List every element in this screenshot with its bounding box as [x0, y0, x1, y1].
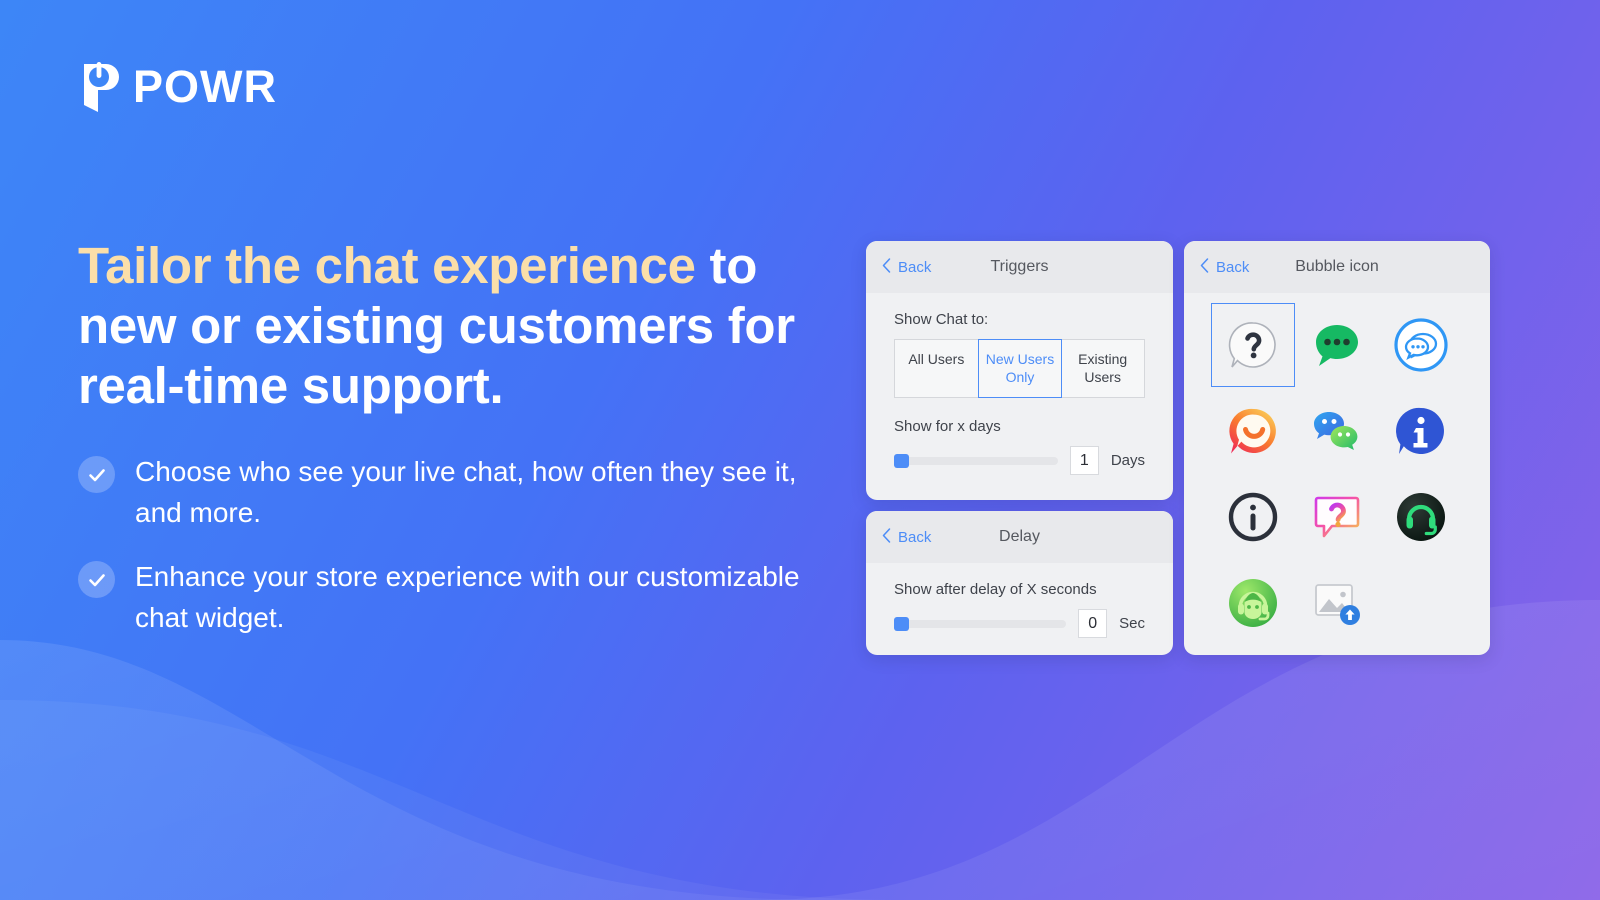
- segment-new-users-only[interactable]: New Users Only: [977, 339, 1063, 398]
- list-item: Choose who see your live chat, how often…: [78, 452, 838, 533]
- pink-question-bubble-icon: [1308, 488, 1366, 546]
- triggers-panel-header: Back Triggers: [866, 241, 1173, 293]
- bubble-icon-grid: [1184, 293, 1490, 655]
- days-slider-row: 1 Days: [894, 446, 1145, 475]
- image-upload-placeholder-icon: [1308, 574, 1366, 632]
- triggers-panel-body: Show Chat to: All Users New Users Only E…: [866, 293, 1173, 497]
- bubble-option-dark-info-circle[interactable]: [1211, 475, 1295, 559]
- list-item-label: Enhance your store experience with our c…: [135, 561, 800, 633]
- back-button-label: Back: [1216, 258, 1250, 276]
- audience-segmented-control[interactable]: All Users New Users Only Existing Users: [894, 339, 1145, 398]
- days-slider-handle[interactable]: [894, 453, 909, 468]
- chevron-left-icon: [882, 257, 891, 277]
- question-bubble-outline-icon: [1224, 316, 1282, 374]
- feature-bullet-list: Choose who see your live chat, how often…: [78, 452, 838, 662]
- back-button[interactable]: Back: [882, 527, 932, 547]
- back-button[interactable]: Back: [1200, 257, 1250, 277]
- chevron-left-icon: [1200, 257, 1209, 277]
- dark-info-circle-icon: [1224, 488, 1282, 546]
- wechat-double-bubble-icon: [1308, 402, 1366, 460]
- triggers-panel: Back Triggers Show Chat to: All Users Ne…: [866, 241, 1173, 500]
- orange-smiley-bubble-icon: [1224, 402, 1282, 460]
- page-title: Tailor the chat experience to new or exi…: [78, 236, 838, 417]
- days-unit-label: Days: [1110, 452, 1145, 469]
- list-item-label: Choose who see your live chat, how often…: [135, 456, 797, 528]
- bubble-option-question-bubble-outline[interactable]: [1211, 303, 1295, 387]
- list-item: Enhance your store experience with our c…: [78, 557, 838, 638]
- segment-existing-users[interactable]: Existing Users: [1061, 340, 1144, 397]
- show-for-x-days-label: Show for x days: [894, 418, 1001, 435]
- delay-unit-label: Sec: [1119, 615, 1145, 632]
- delay-input[interactable]: 0: [1078, 609, 1108, 638]
- powr-logo-icon: [78, 58, 120, 114]
- back-button-label: Back: [898, 258, 932, 276]
- bubble-option-orange-smiley-bubble[interactable]: [1211, 389, 1295, 473]
- delay-slider-row: 0 Sec: [894, 609, 1145, 638]
- delay-label: Show after delay of X seconds: [894, 581, 1097, 598]
- brand-logo: POWR: [78, 58, 277, 114]
- blue-info-bubble-icon: [1392, 402, 1450, 460]
- chevron-left-icon: [882, 527, 891, 547]
- bubble-option-dark-headset-circle[interactable]: [1379, 475, 1463, 559]
- bubble-icon-panel: Back Bubble icon: [1184, 241, 1490, 655]
- bubble-option-green-chat-bubble[interactable]: [1295, 303, 1379, 387]
- bubble-option-pink-question-bubble[interactable]: [1295, 475, 1379, 559]
- days-input[interactable]: 1: [1069, 446, 1099, 475]
- back-button[interactable]: Back: [882, 257, 932, 277]
- bubble-option-blue-ring-double-bubble[interactable]: [1379, 303, 1463, 387]
- segment-all-users[interactable]: All Users: [895, 340, 979, 397]
- green-chat-bubble-icon: [1308, 316, 1366, 374]
- headline-accent: Tailor the chat experience: [78, 237, 696, 294]
- days-slider[interactable]: [894, 453, 1058, 468]
- bubble-option-wechat-double-bubble[interactable]: [1295, 389, 1379, 473]
- check-circle-icon: [78, 456, 115, 493]
- check-circle-icon: [78, 561, 115, 599]
- delay-panel: Back Delay Show after delay of X seconds…: [866, 511, 1173, 655]
- show-chat-to-label: Show Chat to:: [894, 311, 989, 328]
- bubble-option-image-upload[interactable]: [1295, 561, 1379, 645]
- delay-slider-handle[interactable]: [894, 616, 909, 631]
- bubble-icon-panel-header: Back Bubble icon: [1184, 241, 1490, 293]
- delay-slider[interactable]: [894, 616, 1067, 631]
- delay-panel-header: Back Delay: [866, 511, 1173, 563]
- back-button-label: Back: [898, 528, 932, 546]
- blue-ring-double-bubble-icon: [1392, 316, 1450, 374]
- delay-panel-body: Show after delay of X seconds 0 Sec: [866, 563, 1173, 655]
- bubble-option-blue-info-bubble[interactable]: [1379, 389, 1463, 473]
- dark-headset-circle-icon: [1392, 488, 1450, 546]
- green-agent-headset-icon: [1224, 574, 1282, 632]
- brand-name: POWR: [133, 60, 277, 112]
- bubble-option-green-agent-headset[interactable]: [1211, 561, 1295, 645]
